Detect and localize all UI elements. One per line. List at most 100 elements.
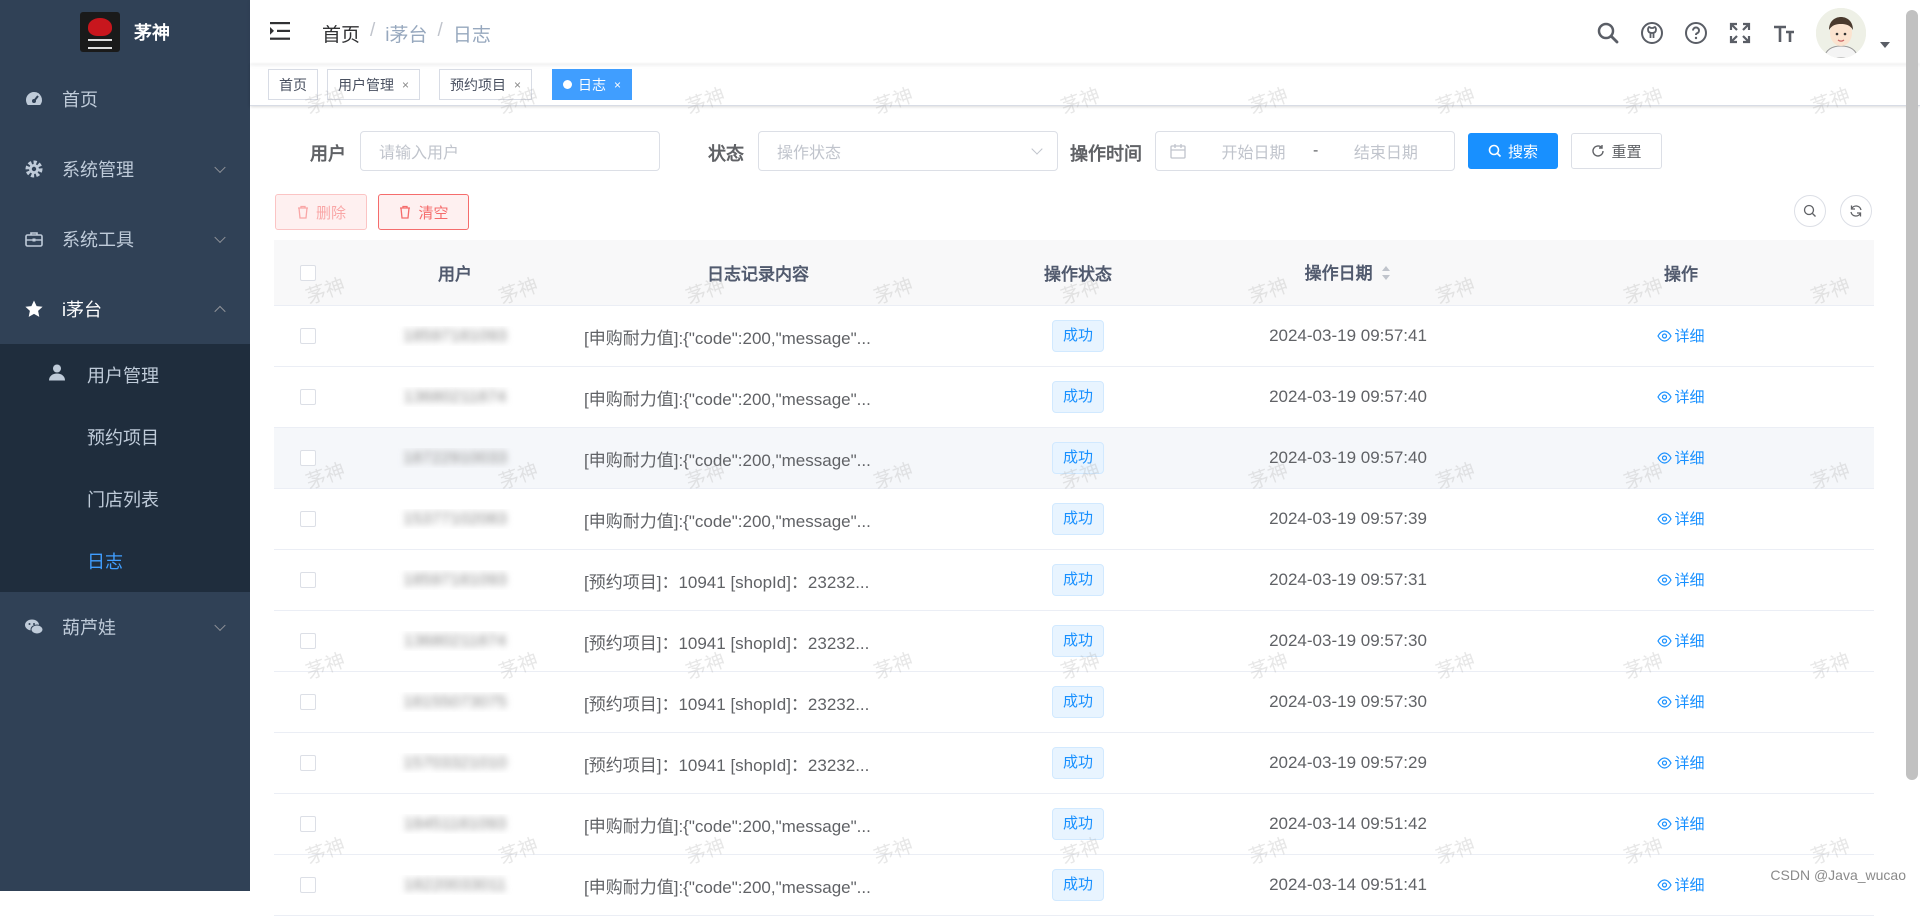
row-checkbox[interactable] bbox=[300, 633, 316, 649]
status-badge: 成功 bbox=[1051, 686, 1104, 718]
hamburger-icon[interactable] bbox=[270, 22, 292, 40]
user-search-input[interactable]: 请输入用户 bbox=[360, 131, 660, 171]
sidebar-item-reservation[interactable]: 预约项目 bbox=[0, 406, 250, 468]
user-value: 18155073075 bbox=[402, 692, 507, 711]
chevron-down-icon bbox=[214, 231, 226, 244]
table-row[interactable]: 15703321010 [预约项目]：10941 [shopId]：23232..… bbox=[274, 733, 1874, 794]
avatar-wrapper[interactable] bbox=[1816, 8, 1890, 58]
cell-date: 2024-03-19 09:57:41 bbox=[1269, 326, 1427, 345]
detail-link[interactable]: 详细 bbox=[1657, 630, 1705, 651]
avatar[interactable] bbox=[1816, 8, 1866, 58]
detail-link[interactable]: 详细 bbox=[1657, 874, 1705, 895]
sidebar-item-log[interactable]: 日志 bbox=[0, 530, 250, 592]
row-checkbox[interactable] bbox=[300, 450, 316, 466]
detail-link-label: 详细 bbox=[1674, 633, 1705, 651]
sidebar-item-system[interactable]: 系统管理 bbox=[0, 134, 250, 204]
sidebar-item-store-list[interactable]: 门店列表 bbox=[0, 468, 250, 530]
sidebar-item-huluwa[interactable]: 葫芦娃 bbox=[0, 592, 250, 662]
delete-button[interactable]: 删除 bbox=[275, 194, 367, 230]
row-checkbox[interactable] bbox=[300, 572, 316, 588]
breadcrumb-home[interactable]: 首页 bbox=[322, 20, 360, 47]
cell-op: 详细 bbox=[1488, 630, 1874, 652]
detail-link[interactable]: 详细 bbox=[1657, 325, 1705, 346]
table-row[interactable]: 13680211874 [申购耐力值]:{"code":200,"message"… bbox=[274, 367, 1874, 428]
close-icon[interactable]: × bbox=[514, 78, 521, 92]
detail-link[interactable]: 详细 bbox=[1657, 691, 1705, 712]
row-checkbox[interactable] bbox=[300, 328, 316, 344]
clear-button[interactable]: 清空 bbox=[378, 194, 469, 230]
detail-link[interactable]: 详细 bbox=[1657, 508, 1705, 529]
table-row[interactable]: 18597181093 [预约项目]：10941 [shopId]：23232..… bbox=[274, 550, 1874, 611]
sidebar-item-label: 系统管理 bbox=[62, 160, 134, 180]
header-user: 用户 bbox=[438, 265, 472, 284]
sort-icon[interactable] bbox=[1381, 265, 1391, 286]
cell-user: 18220033011 bbox=[342, 875, 568, 895]
sidebar-item-label: 门店列表 bbox=[87, 490, 159, 510]
detail-link[interactable]: 详细 bbox=[1657, 569, 1705, 590]
close-icon[interactable]: × bbox=[402, 78, 409, 92]
table-row[interactable]: 18220033011 [申购耐力值]:{"code":200,"message"… bbox=[274, 855, 1874, 916]
help-icon[interactable] bbox=[1684, 21, 1708, 45]
sidebar: 茅神 首页 系统管理 系统工具 i茅台 用户管理 预约项目 门店列表 日志 葫芦… bbox=[0, 0, 250, 891]
navbar: 首页 / i茅台 / 日志 bbox=[250, 0, 1920, 64]
select-all-checkbox[interactable] bbox=[300, 264, 316, 281]
cell-date: 2024-03-14 09:51:42 bbox=[1269, 814, 1427, 833]
cell-status: 成功 bbox=[948, 808, 1208, 840]
cell-user: 15377102083 bbox=[342, 509, 568, 529]
row-checkbox[interactable] bbox=[300, 816, 316, 832]
tag-home[interactable]: 首页 bbox=[268, 69, 318, 100]
end-date-placeholder[interactable]: 结束日期 bbox=[1338, 139, 1433, 163]
tag-log[interactable]: 日志 × bbox=[552, 69, 633, 100]
detail-link[interactable]: 详细 bbox=[1657, 813, 1705, 834]
sidebar-item-home[interactable]: 首页 bbox=[0, 64, 250, 134]
sidebar-item-tools[interactable]: 系统工具 bbox=[0, 204, 250, 274]
header-date-cell[interactable]: 操作日期 bbox=[1208, 259, 1488, 285]
chevron-up-icon bbox=[214, 305, 226, 318]
user-icon bbox=[48, 364, 66, 387]
search-button-label: 搜索 bbox=[1507, 143, 1538, 161]
sidebar-item-user-management[interactable]: 用户管理 bbox=[0, 344, 250, 406]
font-size-icon[interactable] bbox=[1772, 21, 1796, 45]
search-button[interactable]: 搜索 bbox=[1468, 133, 1558, 169]
row-checkbox[interactable] bbox=[300, 511, 316, 527]
cell-content: [预约项目]：10941 [shopId]：23232... bbox=[584, 755, 870, 775]
row-checkbox[interactable] bbox=[300, 755, 316, 771]
row-checkbox-cell bbox=[274, 389, 342, 405]
close-icon[interactable]: × bbox=[614, 78, 621, 92]
trash-icon bbox=[398, 205, 412, 219]
row-checkbox[interactable] bbox=[300, 389, 316, 405]
detail-link[interactable]: 详细 bbox=[1657, 386, 1705, 407]
toggle-search-button[interactable] bbox=[1794, 195, 1826, 227]
start-date-placeholder[interactable]: 开始日期 bbox=[1206, 139, 1301, 163]
logo[interactable]: 茅神 bbox=[0, 0, 250, 64]
reset-button[interactable]: 重置 bbox=[1571, 133, 1662, 169]
eye-icon bbox=[1657, 330, 1673, 342]
detail-link[interactable]: 详细 bbox=[1657, 752, 1705, 773]
tag-reservation[interactable]: 预约项目 × bbox=[439, 69, 533, 100]
tag-user-management[interactable]: 用户管理 × bbox=[327, 69, 421, 100]
cell-status: 成功 bbox=[948, 503, 1208, 535]
refresh-table-button[interactable] bbox=[1840, 195, 1872, 227]
table-row[interactable]: 18451181093 [申购耐力值]:{"code":200,"message"… bbox=[274, 794, 1874, 855]
user-value: 15377102083 bbox=[402, 509, 507, 528]
fullscreen-icon[interactable] bbox=[1728, 21, 1752, 45]
row-checkbox[interactable] bbox=[300, 694, 316, 710]
scrollbar[interactable] bbox=[1906, 10, 1918, 780]
gear-icon bbox=[24, 159, 44, 179]
cell-user: 18597181093 bbox=[342, 326, 568, 346]
sidebar-item-label: i茅台 bbox=[62, 300, 102, 320]
table-row[interactable]: 13680211874 [预约项目]：10941 [shopId]：23232..… bbox=[274, 611, 1874, 672]
detail-link[interactable]: 详细 bbox=[1657, 447, 1705, 468]
table-row[interactable]: 18597181093 [申购耐力值]:{"code":200,"message"… bbox=[274, 306, 1874, 367]
status-select[interactable]: 操作状态 bbox=[758, 131, 1058, 171]
table-row[interactable]: 18155073075 [预约项目]：10941 [shopId]：23232..… bbox=[274, 672, 1874, 733]
calendar-icon bbox=[1170, 143, 1186, 159]
cell-status: 成功 bbox=[948, 381, 1208, 413]
table-row[interactable]: 18722910033 [申购耐力值]:{"code":200,"message"… bbox=[274, 428, 1874, 489]
date-range-picker[interactable]: 开始日期 - 结束日期 bbox=[1155, 131, 1455, 171]
github-icon[interactable] bbox=[1640, 21, 1664, 45]
search-icon bbox=[1803, 204, 1817, 218]
search-icon[interactable] bbox=[1596, 21, 1620, 45]
table-row[interactable]: 15377102083 [申购耐力值]:{"code":200,"message"… bbox=[274, 489, 1874, 550]
sidebar-item-imoutai[interactable]: i茅台 bbox=[0, 274, 250, 344]
